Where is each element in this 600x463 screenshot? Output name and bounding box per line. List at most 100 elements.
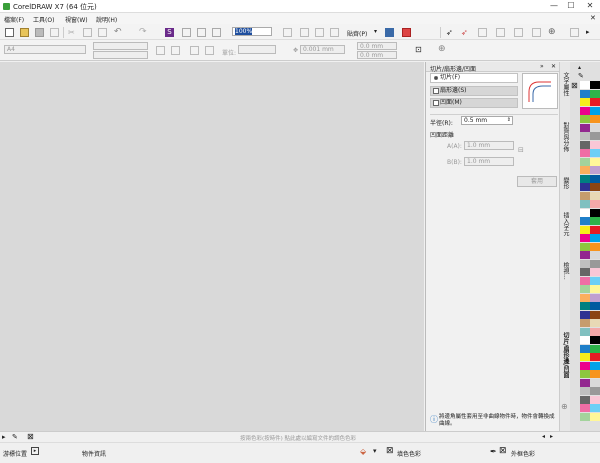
palette-swatch[interactable] xyxy=(590,395,600,404)
palette-swatch[interactable] xyxy=(590,302,600,310)
palette-swatch[interactable] xyxy=(580,327,590,336)
palette-swatch[interactable] xyxy=(580,98,590,106)
chamfer-checkbox[interactable] xyxy=(433,100,439,106)
doc-palette-arrow-icon[interactable]: ▸ xyxy=(2,433,6,441)
palette-swatch[interactable] xyxy=(590,191,600,200)
palette-swatch[interactable] xyxy=(590,166,600,174)
palette-swatch[interactable] xyxy=(580,293,590,302)
palette-swatch[interactable] xyxy=(590,412,600,421)
palette-swatch[interactable] xyxy=(580,217,590,225)
palette-swatch[interactable] xyxy=(590,387,600,395)
option-scallop[interactable]: 扇形邊(S) xyxy=(430,86,518,96)
palette-swatch[interactable] xyxy=(580,387,590,395)
palette-swatch[interactable] xyxy=(590,200,600,208)
docker-expand-icon[interactable]: » xyxy=(540,63,544,70)
palette-swatch[interactable] xyxy=(590,344,600,353)
save-icon[interactable] xyxy=(35,28,44,37)
menu-window[interactable]: 視窗(W) xyxy=(65,15,88,24)
palette-swatch[interactable] xyxy=(580,191,590,200)
palette-swatch[interactable] xyxy=(580,302,590,310)
palette-swatch[interactable] xyxy=(590,310,600,319)
menu-tools[interactable]: 工具(O) xyxy=(33,15,54,24)
palette-swatch[interactable] xyxy=(590,123,600,132)
close-button[interactable]: ✕ xyxy=(582,0,598,12)
palette-swatch[interactable] xyxy=(580,115,590,123)
palette-swatch[interactable] xyxy=(590,361,600,370)
a-field[interactable]: 1.0 mm xyxy=(464,141,514,150)
select-page-icon[interactable]: ⊡ xyxy=(415,45,424,54)
open-icon[interactable] xyxy=(20,28,29,37)
page-height-field[interactable] xyxy=(93,51,148,59)
duplicate-x-field[interactable]: 0.0 mm xyxy=(357,42,397,50)
palette-swatch[interactable] xyxy=(590,89,600,98)
shape-tool-icon[interactable]: ➶ xyxy=(461,28,470,37)
freehand-tool-icon[interactable] xyxy=(514,28,523,37)
menu-help[interactable]: 說明(H) xyxy=(96,15,117,24)
no-color-swatch[interactable]: ⊠ xyxy=(571,81,578,90)
palette-swatch[interactable] xyxy=(590,234,600,242)
palette-swatch[interactable] xyxy=(580,412,590,421)
palette-swatch[interactable] xyxy=(590,327,600,336)
palette-swatch[interactable] xyxy=(580,268,590,276)
palette-swatch[interactable] xyxy=(580,157,590,166)
options-icon[interactable] xyxy=(385,28,394,37)
publish-icon[interactable] xyxy=(212,28,221,37)
snap-to-dropdown[interactable]: 貼齊(P) xyxy=(347,29,367,38)
guidelines-icon[interactable] xyxy=(330,28,339,37)
doc-no-color-icon[interactable]: ⊠ xyxy=(27,432,34,441)
pick-tool-icon[interactable]: ➶ xyxy=(446,28,455,37)
palette-swatch[interactable] xyxy=(580,361,590,370)
palette-swatch[interactable] xyxy=(580,132,590,140)
palette-swatch[interactable] xyxy=(590,404,600,412)
palette-swatch[interactable] xyxy=(580,336,590,344)
palette-swatch[interactable] xyxy=(590,208,600,217)
palette-swatch[interactable] xyxy=(590,183,600,191)
export-icon[interactable] xyxy=(197,28,206,37)
option-fillet[interactable]: 切片(F) xyxy=(430,73,518,83)
add-tool-icon[interactable]: ⊕ xyxy=(548,27,557,37)
palette-swatch[interactable] xyxy=(580,319,590,327)
palette-swatch[interactable] xyxy=(590,319,600,327)
option-chamfer[interactable]: 凹面(M) xyxy=(430,98,518,108)
palette-swatch[interactable] xyxy=(580,81,590,89)
palette-swatch[interactable] xyxy=(590,285,600,293)
artistic-media-icon[interactable] xyxy=(532,28,541,37)
menu-file[interactable]: 檔案(F) xyxy=(4,15,24,24)
palette-swatch[interactable] xyxy=(590,242,600,251)
palette-swatch[interactable] xyxy=(580,353,590,361)
palette-swatch[interactable] xyxy=(590,276,600,285)
redo-icon[interactable]: ↷ xyxy=(139,27,148,37)
page-size-combo[interactable]: A4 xyxy=(4,45,86,54)
rulers-icon[interactable] xyxy=(300,28,309,37)
copy-icon[interactable] xyxy=(83,28,92,37)
doc-palette-right-icon[interactable]: ▸ xyxy=(550,433,553,440)
palette-swatch[interactable] xyxy=(580,276,590,285)
palette-swatch[interactable] xyxy=(590,378,600,387)
palette-swatch[interactable] xyxy=(590,98,600,106)
palette-swatch[interactable] xyxy=(580,183,590,191)
palette-swatch[interactable] xyxy=(590,225,600,234)
palette-swatch[interactable] xyxy=(580,344,590,353)
zoom-combo[interactable]: 100% xyxy=(232,27,272,36)
palette-swatch[interactable] xyxy=(580,242,590,251)
eyedropper-icon[interactable]: ✎ xyxy=(578,72,584,80)
palette-swatch[interactable] xyxy=(590,106,600,115)
docker-close-icon[interactable]: ✕ xyxy=(551,63,556,70)
full-screen-icon[interactable] xyxy=(283,28,292,37)
palette-scroll-up-icon[interactable]: ▴ xyxy=(578,64,581,71)
palette-swatch[interactable] xyxy=(580,166,590,174)
page-width-field[interactable] xyxy=(93,42,148,50)
palette-swatch[interactable] xyxy=(580,149,590,157)
b-field[interactable]: 1.0 mm xyxy=(464,157,514,166)
add-docker-icon[interactable]: ⊕ xyxy=(561,402,568,411)
cursor-arrow-icon[interactable]: ▸ xyxy=(31,447,39,455)
all-pages-icon[interactable] xyxy=(190,46,199,55)
import-icon[interactable] xyxy=(182,28,191,37)
portrait-icon[interactable] xyxy=(156,46,165,55)
doc-eyedropper-icon[interactable]: ✎ xyxy=(12,433,18,441)
current-page-icon[interactable] xyxy=(205,46,214,55)
landscape-icon[interactable] xyxy=(171,46,180,55)
lock-ratio-icon[interactable]: ⊟ xyxy=(518,146,524,154)
palette-swatch[interactable] xyxy=(590,149,600,157)
palette-swatch[interactable] xyxy=(580,234,590,242)
